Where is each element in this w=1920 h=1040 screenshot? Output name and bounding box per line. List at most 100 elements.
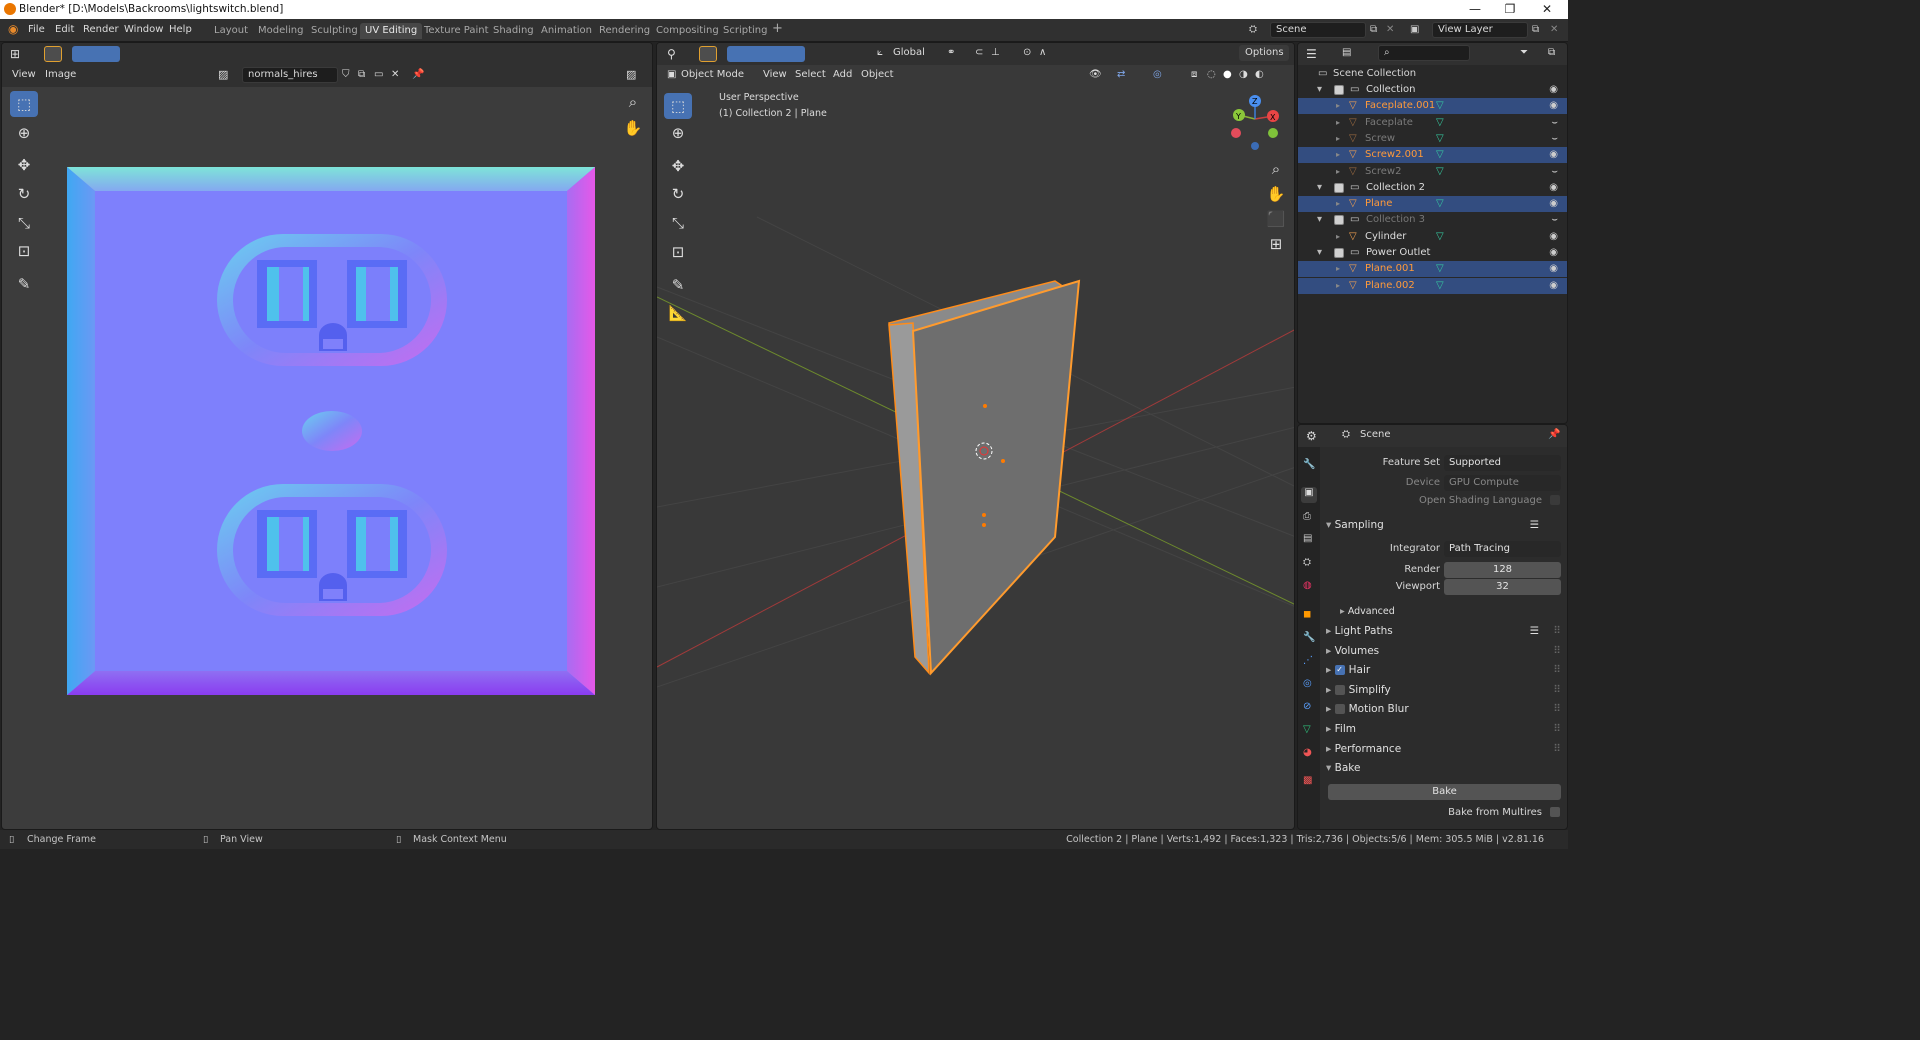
navigation-gizmo[interactable]: X Y Z	[1225, 93, 1285, 153]
outliner-search[interactable]: ⌕	[1378, 45, 1470, 61]
snap-element-icon[interactable]: ⊥	[991, 47, 1000, 58]
blender-menu-icon[interactable]: ◉	[8, 22, 18, 36]
osl-checkbox[interactable]	[1550, 495, 1560, 505]
outliner-row[interactable]: ▸ ▽ Faceplate.001 ▽ ◉	[1298, 98, 1567, 115]
shading-wireframe-icon[interactable]: ◌	[1207, 69, 1216, 80]
panel-enable-checkbox[interactable]	[1334, 684, 1345, 695]
proportional-edit-icon[interactable]: ⊙	[1023, 47, 1031, 58]
select-box-tool[interactable]: ⬚	[664, 93, 692, 119]
visibility-eye-icon[interactable]: ⌣	[1551, 212, 1558, 228]
drag-handle-icon[interactable]: ⠿	[1553, 622, 1561, 640]
visibility-eye-icon[interactable]: ⌣	[1551, 131, 1558, 147]
xray-icon[interactable]: ⧈	[1191, 69, 1197, 80]
panel-header-volumes[interactable]: ▸ Volumes ⠿	[1326, 642, 1567, 660]
new-scene-icon[interactable]: ⧉	[1370, 24, 1377, 35]
mesh-data-icon[interactable]: ▽	[1436, 229, 1444, 245]
editor-type-icon[interactable]: ⚲	[667, 47, 676, 61]
select-box-tool[interactable]: ⬚	[10, 91, 38, 117]
outliner-row[interactable]: ▾ ▭ Collection 3 ⌣	[1298, 212, 1567, 228]
exclude-checkbox[interactable]	[1334, 85, 1344, 95]
mesh-data-icon[interactable]: ▽	[1436, 131, 1444, 147]
pivot-icon[interactable]: ⚭	[947, 47, 955, 58]
expand-arrow-icon[interactable]: ▸	[1336, 229, 1340, 245]
render-samples-field[interactable]: 128	[1444, 562, 1561, 578]
pan-icon[interactable]: ✋	[1264, 181, 1288, 207]
menu-window[interactable]: Window	[124, 24, 163, 35]
mesh-data-icon[interactable]: ▽	[1436, 164, 1444, 180]
panel-header-light-paths[interactable]: ▸ Light Paths ☰ ⠿	[1326, 622, 1567, 640]
visibility-eye-icon[interactable]: ◉	[1549, 196, 1558, 212]
drag-handle-icon[interactable]: ⠿	[1553, 720, 1561, 738]
menu-render[interactable]: Render	[83, 24, 119, 35]
visibility-eye-icon[interactable]: ◉	[1549, 98, 1558, 114]
texture-tab-icon[interactable]: ▩	[1303, 775, 1312, 786]
panel-header-motion-blur[interactable]: ▸ Motion Blur ⠿	[1326, 700, 1567, 718]
rotate-tool-icon[interactable]: ↻	[10, 181, 38, 207]
presets-icon[interactable]: ☰	[1530, 516, 1539, 534]
menu-add[interactable]: Add	[833, 69, 852, 80]
outliner-row[interactable]: ▸ ▽ Plane.001 ▽ ◉	[1298, 261, 1567, 278]
exclude-checkbox[interactable]	[1334, 248, 1344, 258]
menu-view[interactable]: View	[763, 69, 787, 80]
view-layer-icon[interactable]: ▣	[1410, 24, 1419, 35]
menu-file[interactable]: File	[28, 24, 45, 35]
output-tab-icon[interactable]: ⎙	[1303, 511, 1311, 522]
bake-from-multires-checkbox[interactable]	[1550, 807, 1560, 817]
mode-select[interactable]: Object Mode	[681, 69, 744, 80]
workspace-tab-sculpting[interactable]: Sculpting	[306, 23, 363, 39]
add-workspace-icon[interactable]: +	[772, 21, 783, 36]
new-view-layer-icon[interactable]: ⧉	[1532, 24, 1539, 35]
workspace-tab-scripting[interactable]: Scripting	[718, 23, 772, 39]
feature-set-select[interactable]: Supported	[1444, 455, 1561, 471]
gizmo-toggle-icon[interactable]: ⇄	[1117, 69, 1125, 80]
workspace-tab-layout[interactable]: Layout	[209, 23, 253, 39]
delete-view-layer-icon[interactable]: ✕	[1550, 24, 1558, 35]
outliner-row[interactable]: ▸ ▽ Plane ▽ ◉	[1298, 196, 1567, 213]
mesh-data-icon[interactable]: ▽	[1436, 147, 1444, 163]
selection-mode-buttons[interactable]	[72, 46, 120, 62]
editor-type-icon[interactable]: ⊞	[10, 47, 20, 61]
outliner-row[interactable]: ▸ ▽ Plane.002 ▽ ◉	[1298, 277, 1567, 294]
zoom-icon[interactable]: ⌕	[1264, 156, 1288, 182]
falloff-icon[interactable]: ∧	[1039, 47, 1046, 58]
expand-arrow-icon[interactable]: ▸	[1336, 278, 1340, 294]
cursor-tool-icon[interactable]: ⊕	[10, 120, 38, 146]
outliner-row[interactable]: ▸ ▽ Screw2.001 ▽ ◉	[1298, 147, 1567, 164]
editor-type-icon[interactable]: ☰	[1306, 47, 1317, 61]
normal-map-image[interactable]	[67, 167, 595, 695]
exclude-checkbox[interactable]	[1334, 215, 1344, 226]
annotate-tool-icon[interactable]: ✎	[10, 271, 38, 297]
presets-icon[interactable]: ☰	[1530, 622, 1539, 640]
close-button[interactable]: ✕	[1532, 0, 1562, 19]
panel-header-film[interactable]: ▸ Film ⠿	[1326, 720, 1567, 738]
image-name-field[interactable]: normals_hires	[242, 67, 338, 83]
panel-header-performance[interactable]: ▸ Performance ⠿	[1326, 740, 1567, 758]
sampling-panel-header[interactable]: ▾ Sampling ☰	[1326, 516, 1567, 534]
workspace-tab-uv-editing[interactable]: UV Editing	[360, 23, 423, 39]
outliner-row[interactable]: ▸ ▽ Cylinder ▽ ◉	[1298, 229, 1567, 245]
visibility-eye-icon[interactable]: ◉	[1549, 245, 1558, 261]
material-tab-icon[interactable]: ◕	[1303, 747, 1312, 758]
object-tab-icon[interactable]: ◼	[1303, 609, 1311, 620]
move-tool-icon[interactable]: ✥	[664, 153, 692, 179]
render-tab-icon[interactable]: ▣	[1301, 487, 1317, 503]
workspace-tab-shading[interactable]: Shading	[488, 23, 539, 39]
visibility-eye-icon[interactable]: ◉	[1549, 261, 1558, 277]
outliner-root-row[interactable]: ▭ Scene Collection	[1298, 66, 1567, 82]
expand-arrow-icon[interactable]: ▸	[1336, 115, 1340, 131]
delete-scene-icon[interactable]: ✕	[1386, 24, 1394, 35]
panel-enable-checkbox[interactable]: ✓	[1334, 665, 1345, 676]
device-select[interactable]: GPU Compute	[1444, 475, 1561, 491]
panel-header-hair[interactable]: ▸ ✓ Hair ⠿	[1326, 661, 1567, 679]
move-tool-icon[interactable]: ✥	[10, 152, 38, 178]
measure-tool-icon[interactable]: 📐	[664, 300, 692, 326]
viewport-scene[interactable]	[657, 87, 1295, 830]
cursor-tool-icon[interactable]: ⊕	[664, 120, 692, 146]
mesh-data-icon[interactable]: ▽	[1436, 98, 1444, 114]
menu-view[interactable]: View	[12, 69, 36, 80]
new-collection-icon[interactable]: ⧉	[1548, 47, 1555, 58]
options-dropdown[interactable]: Options	[1239, 45, 1289, 61]
menu-image[interactable]: Image	[45, 69, 76, 80]
expand-arrow-icon[interactable]: ▾	[1317, 180, 1322, 196]
expand-arrow-icon[interactable]: ▸	[1336, 147, 1340, 163]
